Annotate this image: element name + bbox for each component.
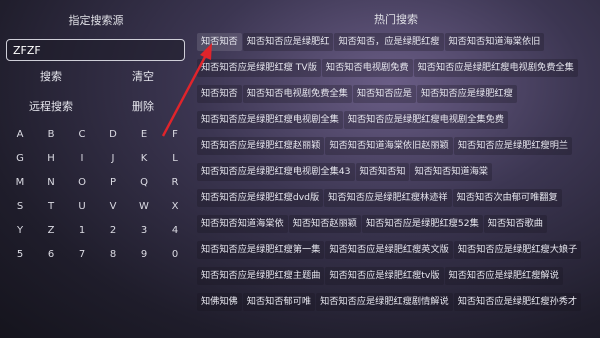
red-arrow-annotation [161,43,212,137]
